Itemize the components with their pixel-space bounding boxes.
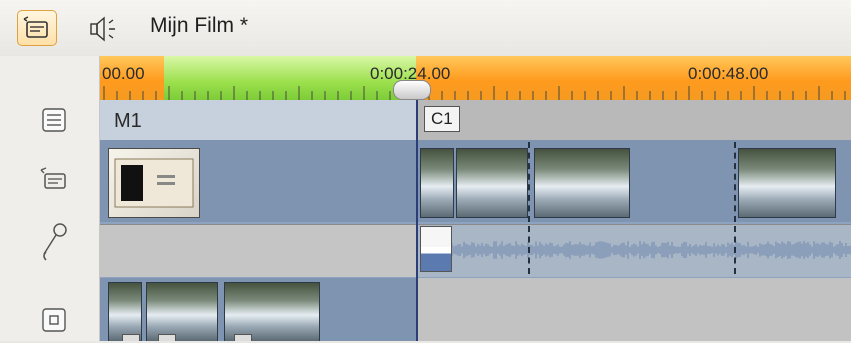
video-clip[interactable] <box>456 148 528 218</box>
video-clip[interactable] <box>738 148 836 218</box>
microphone-icon <box>43 223 67 261</box>
playhead-handle[interactable] <box>393 80 431 100</box>
timeline-view-button[interactable] <box>17 10 57 46</box>
audio-track[interactable] <box>100 224 416 277</box>
project-title: Mijn Film * <box>150 14 248 37</box>
clip-handle[interactable] <box>234 334 252 341</box>
audio-split-line <box>528 226 530 274</box>
video-clip[interactable] <box>420 148 454 218</box>
playhead-line[interactable] <box>416 100 418 341</box>
timeline-area[interactable]: 00.00 0:00:24.00 0:00:48.00 M1 C1 <box>100 56 851 341</box>
clip-split-line <box>528 142 530 222</box>
overlay-clip[interactable] <box>146 282 218 341</box>
video-track-icon <box>40 167 66 189</box>
clip-handle[interactable] <box>122 334 140 341</box>
audio-waveform <box>450 241 851 259</box>
square-track-icon <box>42 308 66 332</box>
audio-view-button[interactable] <box>88 14 122 44</box>
timeline-view-icon <box>23 16 48 38</box>
menu-clip-thumbnail <box>114 158 194 208</box>
audio-speaker-icon <box>90 16 115 42</box>
ruler-label-start: 00.00 <box>102 64 145 83</box>
voice-over-button[interactable] <box>36 220 72 261</box>
chapter-marker-c1[interactable]: C1 <box>424 106 460 132</box>
ruler-label-48: 0:00:48.00 <box>688 64 769 83</box>
video-clip[interactable] <box>534 148 630 218</box>
audio-clip-start[interactable] <box>420 226 452 272</box>
menu-track-button[interactable] <box>36 102 72 138</box>
clip-split-line <box>734 142 736 222</box>
project-header <box>0 0 851 56</box>
audio-split-line <box>734 226 736 274</box>
video-track-button[interactable] <box>36 162 72 198</box>
track-toolbar <box>0 56 100 341</box>
menu-title-clip[interactable] <box>108 148 200 218</box>
menu-marker-m1[interactable]: M1 <box>114 110 142 133</box>
overlay-track-button[interactable] <box>36 302 72 338</box>
menu-track-segment[interactable] <box>100 100 416 141</box>
menu-track-segment-right[interactable] <box>416 100 851 140</box>
clip-handle[interactable] <box>158 334 176 341</box>
menu-list-icon <box>42 108 66 132</box>
overlay-clip[interactable] <box>224 282 320 341</box>
overlay-track-empty[interactable] <box>416 278 851 341</box>
overlay-clip[interactable] <box>108 282 142 341</box>
